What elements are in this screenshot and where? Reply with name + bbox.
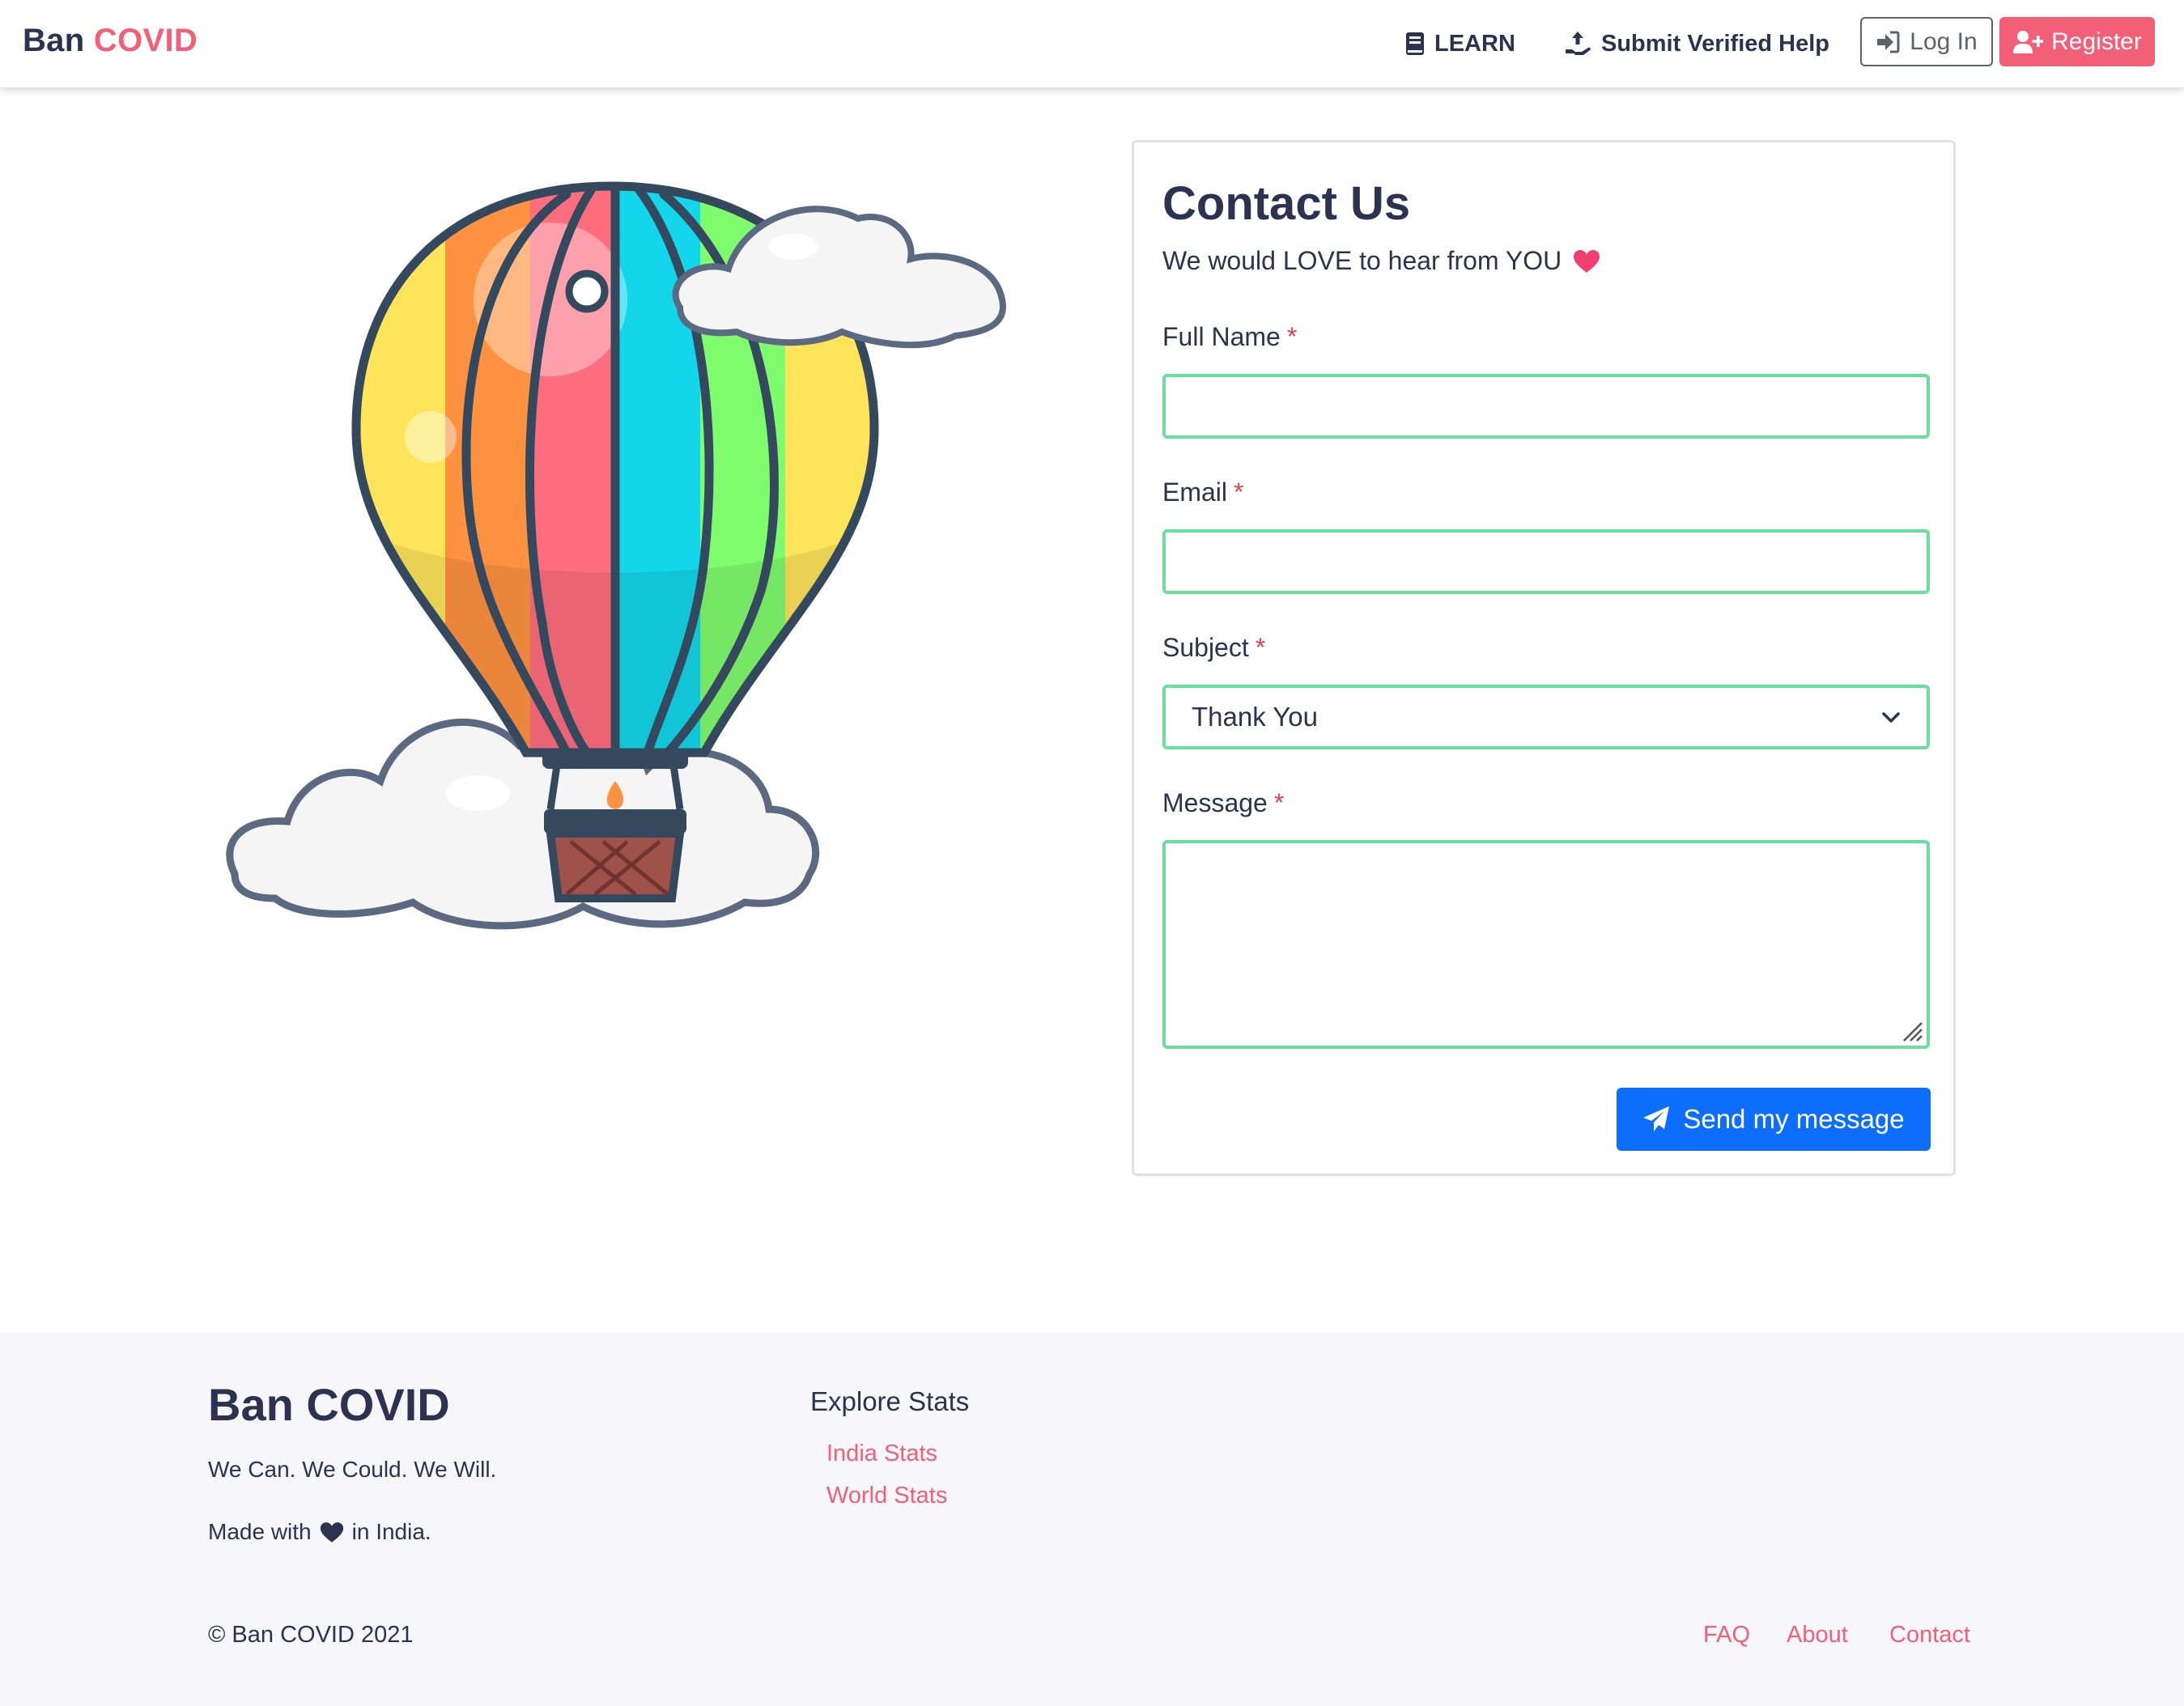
paper-plane-icon xyxy=(1643,1106,1670,1131)
required-asterisk: * xyxy=(1234,477,1244,507)
subject-label: Subject * xyxy=(1162,633,1265,663)
hot-air-balloon-illustration xyxy=(226,181,1006,930)
nav-learn-label: LEARN xyxy=(1434,30,1515,57)
heart-icon xyxy=(320,1521,343,1543)
top-navbar: Ban COVID LEARN Submit Verified Help Log… xyxy=(0,0,2184,87)
footer-tagline: We Can. We Could. We Will. xyxy=(208,1457,497,1482)
contact-subtitle-text: We would LOVE to hear from YOU xyxy=(1162,246,1562,275)
footer-made-suffix: in India. xyxy=(351,1519,431,1544)
required-asterisk: * xyxy=(1255,633,1266,662)
chevron-down-icon xyxy=(1882,712,1900,723)
register-label: Register xyxy=(2051,28,2142,55)
message-label: Message * xyxy=(1162,788,1284,818)
contact-form-card: Contact Us We would LOVE to hear from YO… xyxy=(1132,140,1956,1176)
footer-faq-link[interactable]: FAQ xyxy=(1703,1622,1750,1649)
hand-holding-upload-icon xyxy=(1566,32,1591,55)
brand-word-ban: Ban xyxy=(23,23,85,58)
sign-in-icon xyxy=(1877,31,1900,53)
contact-title: Contact Us xyxy=(1162,177,1411,230)
full-name-input[interactable] xyxy=(1162,374,1930,439)
brand-logo[interactable]: Ban COVID xyxy=(23,23,198,59)
required-asterisk: * xyxy=(1273,788,1285,817)
resize-handle[interactable] xyxy=(1899,1018,1923,1042)
required-asterisk: * xyxy=(1286,322,1298,351)
footer-india-stats-link[interactable]: India Stats xyxy=(826,1441,937,1467)
nav-submit-help-link[interactable]: Submit Verified Help xyxy=(1564,28,1829,60)
footer-world-stats-link[interactable]: World Stats xyxy=(826,1483,947,1509)
email-input[interactable] xyxy=(1162,529,1930,594)
footer-about-link[interactable]: About xyxy=(1787,1622,1848,1649)
message-textarea[interactable] xyxy=(1162,840,1930,1049)
book-icon xyxy=(1406,32,1424,55)
footer-made-with: Made with in India. xyxy=(208,1519,431,1545)
footer-contact-link[interactable]: Contact xyxy=(1889,1622,1970,1649)
full-name-label-text: Full Name xyxy=(1162,322,1281,351)
brand-word-covid: COVID xyxy=(93,23,198,58)
login-button[interactable]: Log In xyxy=(1860,17,1993,66)
heart-icon xyxy=(1574,249,1600,273)
footer-made-prefix: Made with xyxy=(208,1519,312,1544)
subject-select[interactable]: Thank You xyxy=(1162,685,1930,749)
full-name-label: Full Name * xyxy=(1162,322,1297,352)
user-plus-icon xyxy=(2013,30,2044,53)
footer-explore-heading: Explore Stats xyxy=(810,1386,970,1416)
site-footer: Ban COVID We Can. We Could. We Will. Mad… xyxy=(0,1333,2184,1706)
nav-learn-link[interactable]: LEARN xyxy=(1405,28,1515,60)
email-label: Email * xyxy=(1162,477,1243,507)
footer-brand: Ban COVID xyxy=(208,1379,450,1430)
send-message-button[interactable]: Send my message xyxy=(1617,1088,1931,1151)
message-label-text: Message xyxy=(1162,788,1268,817)
footer-copyright: © Ban COVID 2021 xyxy=(208,1622,414,1648)
subject-label-text: Subject xyxy=(1162,633,1249,662)
send-message-label: Send my message xyxy=(1683,1104,1905,1134)
register-button[interactable]: Register xyxy=(1999,17,2155,66)
nav-submit-help-label: Submit Verified Help xyxy=(1601,30,1829,57)
email-label-text: Email xyxy=(1162,477,1228,507)
subject-selected-value: Thank You xyxy=(1192,702,1318,732)
login-label: Log In xyxy=(1910,28,1978,55)
contact-subtitle: We would LOVE to hear from YOU xyxy=(1162,246,1600,276)
